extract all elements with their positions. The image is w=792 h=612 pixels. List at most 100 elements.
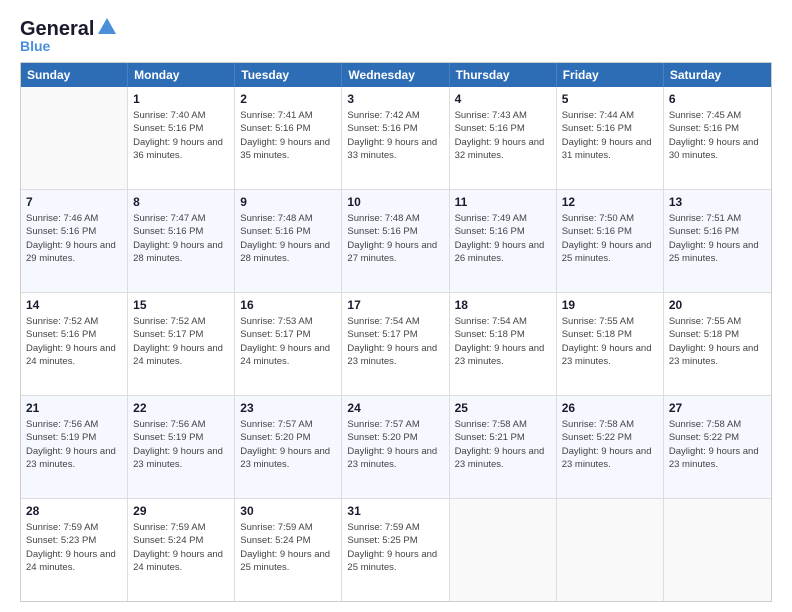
cell-info: Sunrise: 7:48 AMSunset: 5:16 PMDaylight:…	[240, 212, 336, 265]
cal-cell	[450, 499, 557, 601]
weekday-header-friday: Friday	[557, 63, 664, 87]
day-number: 5	[562, 91, 658, 107]
day-number: 23	[240, 400, 336, 416]
day-number: 1	[133, 91, 229, 107]
cal-cell	[21, 87, 128, 189]
cell-info: Sunrise: 7:56 AMSunset: 5:19 PMDaylight:…	[133, 418, 229, 471]
cell-info: Sunrise: 7:59 AMSunset: 5:25 PMDaylight:…	[347, 521, 443, 574]
cell-info: Sunrise: 7:49 AMSunset: 5:16 PMDaylight:…	[455, 212, 551, 265]
day-number: 31	[347, 503, 443, 519]
logo-blue: Blue	[20, 38, 50, 54]
cell-info: Sunrise: 7:56 AMSunset: 5:19 PMDaylight:…	[26, 418, 122, 471]
day-number: 9	[240, 194, 336, 210]
cell-info: Sunrise: 7:41 AMSunset: 5:16 PMDaylight:…	[240, 109, 336, 162]
cell-info: Sunrise: 7:52 AMSunset: 5:16 PMDaylight:…	[26, 315, 122, 368]
cal-cell: 28 Sunrise: 7:59 AMSunset: 5:23 PMDayligh…	[21, 499, 128, 601]
cal-cell: 9 Sunrise: 7:48 AMSunset: 5:16 PMDaylight…	[235, 190, 342, 292]
week-row-1: 1 Sunrise: 7:40 AMSunset: 5:16 PMDaylight…	[21, 87, 771, 190]
header: General Blue	[20, 18, 772, 54]
cal-cell: 4 Sunrise: 7:43 AMSunset: 5:16 PMDaylight…	[450, 87, 557, 189]
cal-cell: 29 Sunrise: 7:59 AMSunset: 5:24 PMDayligh…	[128, 499, 235, 601]
logo: General Blue	[20, 18, 118, 54]
cal-cell: 30 Sunrise: 7:59 AMSunset: 5:24 PMDayligh…	[235, 499, 342, 601]
week-row-4: 21 Sunrise: 7:56 AMSunset: 5:19 PMDayligh…	[21, 396, 771, 499]
cell-info: Sunrise: 7:44 AMSunset: 5:16 PMDaylight:…	[562, 109, 658, 162]
cal-cell: 11 Sunrise: 7:49 AMSunset: 5:16 PMDayligh…	[450, 190, 557, 292]
weekday-header-sunday: Sunday	[21, 63, 128, 87]
logo-general: General	[20, 18, 94, 40]
cell-info: Sunrise: 7:43 AMSunset: 5:16 PMDaylight:…	[455, 109, 551, 162]
cal-cell: 12 Sunrise: 7:50 AMSunset: 5:16 PMDayligh…	[557, 190, 664, 292]
cal-cell: 14 Sunrise: 7:52 AMSunset: 5:16 PMDayligh…	[21, 293, 128, 395]
week-row-2: 7 Sunrise: 7:46 AMSunset: 5:16 PMDaylight…	[21, 190, 771, 293]
cal-cell: 7 Sunrise: 7:46 AMSunset: 5:16 PMDaylight…	[21, 190, 128, 292]
cal-cell: 19Sunrise: 7:55 AMSunset: 5:18 PMDayligh…	[557, 293, 664, 395]
cal-cell: 13 Sunrise: 7:51 AMSunset: 5:16 PMDayligh…	[664, 190, 771, 292]
cal-cell: 16 Sunrise: 7:53 AMSunset: 5:17 PMDayligh…	[235, 293, 342, 395]
cell-info: Sunrise: 7:47 AMSunset: 5:16 PMDaylight:…	[133, 212, 229, 265]
day-number: 25	[455, 400, 551, 416]
day-number: 15	[133, 297, 229, 313]
cal-cell: 22 Sunrise: 7:56 AMSunset: 5:19 PMDayligh…	[128, 396, 235, 498]
cal-cell: 10Sunrise: 7:48 AMSunset: 5:16 PMDayligh…	[342, 190, 449, 292]
cell-info: Sunrise: 7:58 AMSunset: 5:22 PMDaylight:…	[562, 418, 658, 471]
cell-info: Sunrise: 7:57 AMSunset: 5:20 PMDaylight:…	[347, 418, 443, 471]
day-number: 22	[133, 400, 229, 416]
day-number: 17	[347, 297, 443, 313]
cal-cell: 6 Sunrise: 7:45 AMSunset: 5:16 PMDaylight…	[664, 87, 771, 189]
cal-cell: 31 Sunrise: 7:59 AMSunset: 5:25 PMDayligh…	[342, 499, 449, 601]
cell-info: Sunrise: 7:50 AMSunset: 5:16 PMDaylight:…	[562, 212, 658, 265]
day-number: 20	[669, 297, 766, 313]
week-row-3: 14 Sunrise: 7:52 AMSunset: 5:16 PMDayligh…	[21, 293, 771, 396]
cal-cell: 1 Sunrise: 7:40 AMSunset: 5:16 PMDaylight…	[128, 87, 235, 189]
cal-cell: 2 Sunrise: 7:41 AMSunset: 5:16 PMDaylight…	[235, 87, 342, 189]
day-number: 29	[133, 503, 229, 519]
cell-info: Sunrise: 7:52 AMSunset: 5:17 PMDaylight:…	[133, 315, 229, 368]
day-number: 16	[240, 297, 336, 313]
cell-info: Sunrise: 7:59 AMSunset: 5:24 PMDaylight:…	[133, 521, 229, 574]
day-number: 6	[669, 91, 766, 107]
day-number: 28	[26, 503, 122, 519]
cell-info: Sunrise: 7:58 AMSunset: 5:22 PMDaylight:…	[669, 418, 766, 471]
calendar-header: SundayMondayTuesdayWednesdayThursdayFrid…	[21, 63, 771, 87]
cal-cell	[557, 499, 664, 601]
calendar-body: 1 Sunrise: 7:40 AMSunset: 5:16 PMDaylight…	[21, 87, 771, 601]
day-number: 4	[455, 91, 551, 107]
cell-info: Sunrise: 7:58 AMSunset: 5:21 PMDaylight:…	[455, 418, 551, 471]
day-number: 27	[669, 400, 766, 416]
cell-info: Sunrise: 7:59 AMSunset: 5:23 PMDaylight:…	[26, 521, 122, 574]
weekday-header-tuesday: Tuesday	[235, 63, 342, 87]
calendar: SundayMondayTuesdayWednesdayThursdayFrid…	[20, 62, 772, 602]
cell-info: Sunrise: 7:46 AMSunset: 5:16 PMDaylight:…	[26, 212, 122, 265]
cal-cell: 15 Sunrise: 7:52 AMSunset: 5:17 PMDayligh…	[128, 293, 235, 395]
day-number: 11	[455, 194, 551, 210]
day-number: 8	[133, 194, 229, 210]
cal-cell: 24Sunrise: 7:57 AMSunset: 5:20 PMDayligh…	[342, 396, 449, 498]
cal-cell: 8 Sunrise: 7:47 AMSunset: 5:16 PMDaylight…	[128, 190, 235, 292]
day-number: 21	[26, 400, 122, 416]
weekday-header-thursday: Thursday	[450, 63, 557, 87]
day-number: 2	[240, 91, 336, 107]
day-number: 14	[26, 297, 122, 313]
day-number: 19	[562, 297, 658, 313]
day-number: 30	[240, 503, 336, 519]
cal-cell: 5 Sunrise: 7:44 AMSunset: 5:16 PMDaylight…	[557, 87, 664, 189]
cell-info: Sunrise: 7:51 AMSunset: 5:16 PMDaylight:…	[669, 212, 766, 265]
cell-info: Sunrise: 7:45 AMSunset: 5:16 PMDaylight:…	[669, 109, 766, 162]
weekday-header-wednesday: Wednesday	[342, 63, 449, 87]
cell-info: Sunrise: 7:54 AMSunset: 5:18 PMDaylight:…	[455, 315, 551, 368]
weekday-header-saturday: Saturday	[664, 63, 771, 87]
cal-cell: 18Sunrise: 7:54 AMSunset: 5:18 PMDayligh…	[450, 293, 557, 395]
day-number: 7	[26, 194, 122, 210]
cal-cell: 25 Sunrise: 7:58 AMSunset: 5:21 PMDayligh…	[450, 396, 557, 498]
day-number: 12	[562, 194, 658, 210]
cell-info: Sunrise: 7:57 AMSunset: 5:20 PMDaylight:…	[240, 418, 336, 471]
cal-cell: 21 Sunrise: 7:56 AMSunset: 5:19 PMDayligh…	[21, 396, 128, 498]
cell-info: Sunrise: 7:40 AMSunset: 5:16 PMDaylight:…	[133, 109, 229, 162]
cell-info: Sunrise: 7:42 AMSunset: 5:16 PMDaylight:…	[347, 109, 443, 162]
day-number: 13	[669, 194, 766, 210]
cell-info: Sunrise: 7:59 AMSunset: 5:24 PMDaylight:…	[240, 521, 336, 574]
cell-info: Sunrise: 7:53 AMSunset: 5:17 PMDaylight:…	[240, 315, 336, 368]
page: General Blue SundayMondayTuesdayWednesda…	[0, 0, 792, 612]
weekday-header-monday: Monday	[128, 63, 235, 87]
